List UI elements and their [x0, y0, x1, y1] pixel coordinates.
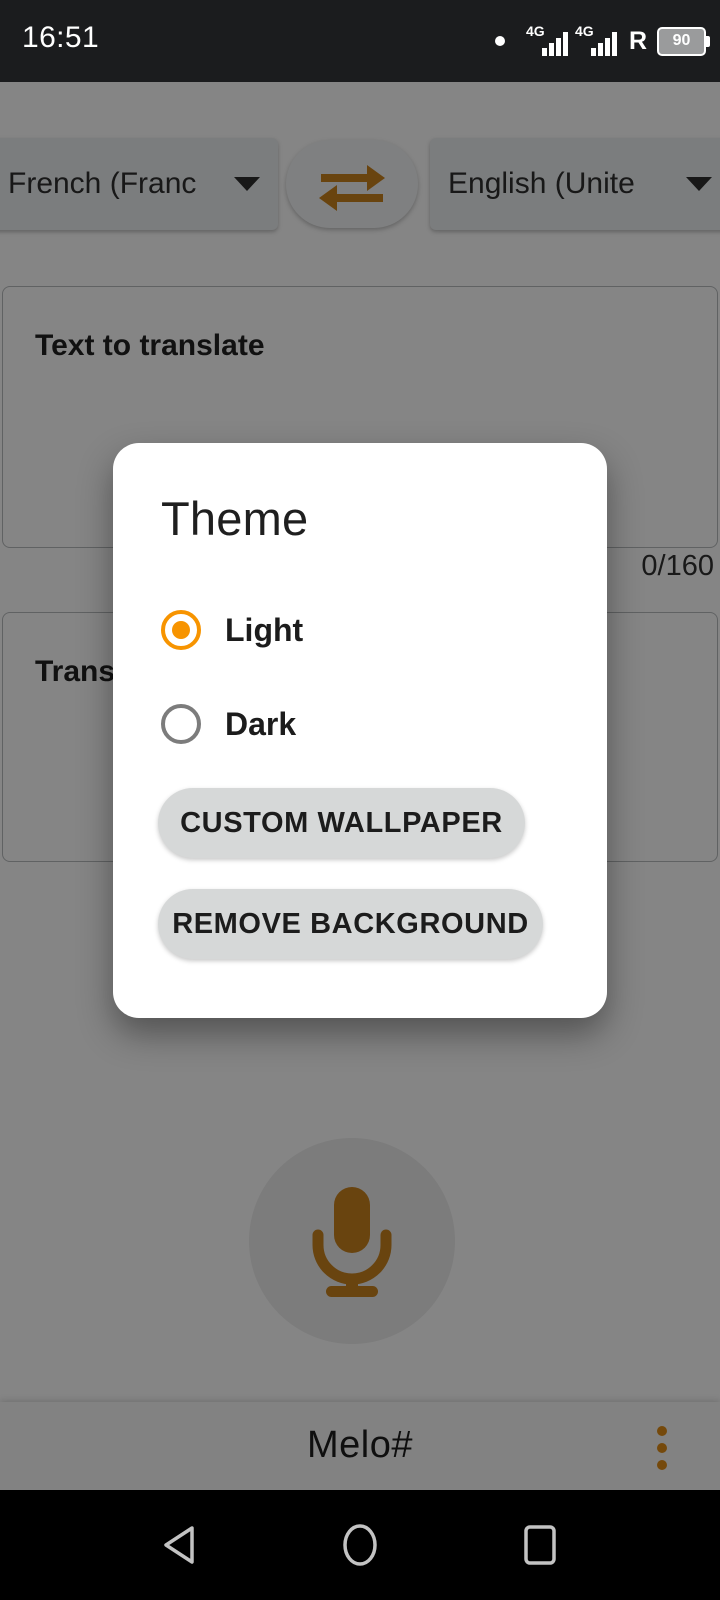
roaming-icon: R [628, 26, 647, 55]
custom-wallpaper-label: CUSTOM WALLPAPER [180, 806, 503, 839]
navigation-bar [0, 1490, 720, 1600]
nav-recents-button[interactable] [480, 1490, 600, 1600]
battery-icon: 90 [657, 26, 710, 56]
radio-button-unselected-icon[interactable] [161, 704, 201, 744]
signal-bars-2 [590, 32, 617, 56]
theme-dialog: Theme Light Dark CUSTOM WALLPAPER REMOVE… [113, 443, 607, 1018]
dot-indicator-icon [494, 36, 505, 46]
theme-option-dark-label: Dark [225, 705, 297, 742]
signal-sim1-icon: 4G [525, 23, 568, 56]
nav-back-button[interactable] [120, 1490, 240, 1600]
radio-button-selected-icon[interactable] [161, 610, 201, 650]
square-recents-icon [524, 1525, 556, 1565]
dialog-title: Theme [161, 492, 309, 545]
triangle-back-icon [164, 1526, 194, 1564]
network-type-label-2: 4G [574, 23, 594, 39]
signal-sim2-icon: 4G [574, 23, 617, 56]
status-clock: 16:51 [22, 21, 100, 54]
status-bar: 16:51 4G 4G R 90 [0, 0, 720, 82]
nav-home-button[interactable] [300, 1490, 420, 1600]
battery-level-label: 90 [672, 32, 691, 49]
theme-option-dark[interactable]: Dark [161, 695, 296, 753]
signal-bars-1 [541, 32, 568, 56]
circle-home-icon [343, 1524, 377, 1566]
network-type-label-1: 4G [525, 23, 545, 39]
theme-option-light-label: Light [225, 611, 304, 648]
theme-option-light[interactable]: Light [161, 601, 303, 659]
status-icons: 4G 4G R 90 [494, 0, 710, 82]
remove-background-label: REMOVE BACKGROUND [172, 907, 529, 940]
phone-screen: French (Franc English (Unite Text to tra… [0, 0, 720, 1600]
remove-background-button[interactable]: REMOVE BACKGROUND [158, 889, 543, 959]
custom-wallpaper-button[interactable]: CUSTOM WALLPAPER [158, 788, 525, 858]
